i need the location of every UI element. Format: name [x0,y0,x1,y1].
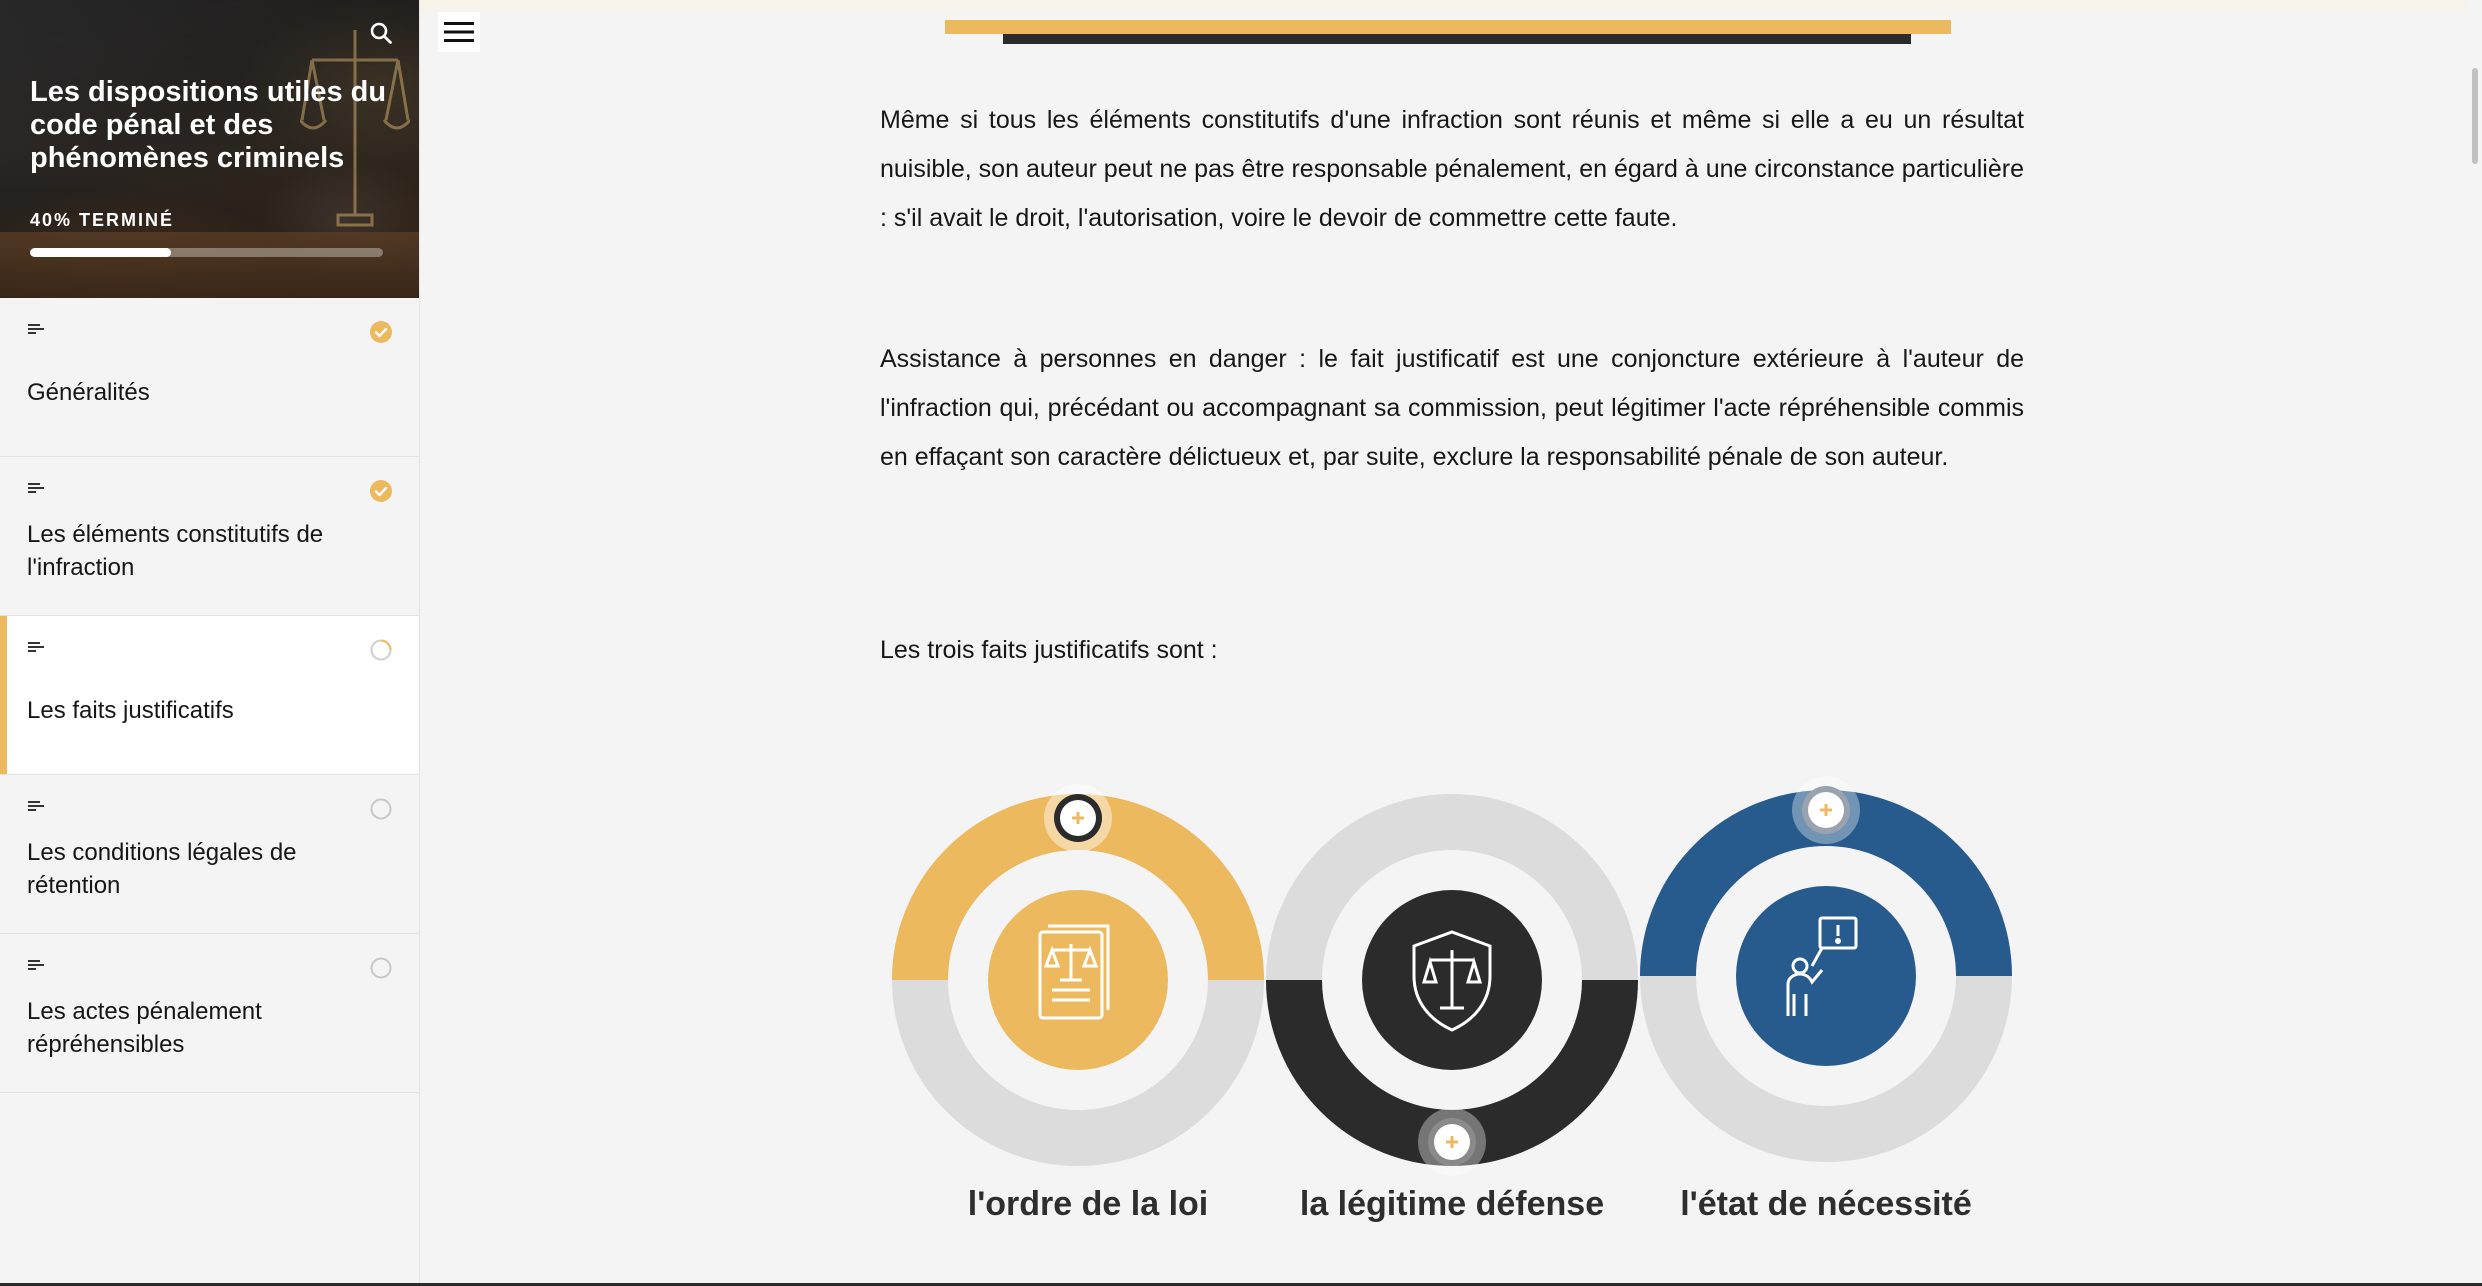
decorative-bar-accent [945,20,1951,34]
lesson-title: Les actes pénalement répréhensibles [27,998,262,1058]
lesson-title: Les conditions légales de rétention [27,839,297,899]
expand-legitime-button[interactable] [1416,1106,1488,1178]
progress-label: 40% TERMINÉ [30,210,175,230]
content-paragraph: Même si tous les éléments constitutifs d… [880,106,2024,232]
top-strip [420,0,2482,20]
expand-ordre-button[interactable] [1042,782,1114,854]
text-lines-icon [28,960,44,970]
expand-necessite-button[interactable] [1790,774,1862,846]
in-progress-circle-icon [369,638,393,662]
course-title: Les dispositions utiles du code pénal et… [30,76,387,174]
text-lines-icon [28,642,44,652]
lesson-title: Les éléments constitutifs de l'infractio… [27,521,324,581]
empty-circle-icon [369,956,393,980]
empty-circle-icon [369,797,393,821]
lesson-title: Les faits justificatifs [27,696,234,724]
progress-bar-fill [30,248,172,257]
check-circle-icon [369,479,393,503]
menu-toggle-button[interactable] [438,12,480,52]
text-lines-icon [28,483,44,493]
lesson-item-faits-justificatifs[interactable]: Les faits justificatifs [0,616,419,775]
text-lines-icon [28,324,44,334]
lesson-item-elements-constitutifs[interactable]: Les éléments constitutifs de l'infractio… [0,457,419,616]
lesson-item-generalites[interactable]: Généralités [0,298,419,457]
hero-desk [0,232,419,298]
ring-etat-de-necessite [1640,790,2012,1162]
hamburger-icon [444,22,474,42]
lesson-item-conditions-legales[interactable]: Les conditions légales de rétention [0,775,419,934]
text-lines-icon [28,801,44,811]
ring-label: l'état de nécessité [1680,1185,1972,1223]
search-button[interactable] [366,18,396,48]
check-circle-icon [369,320,393,344]
lesson-list: Généralités Les éléments constitutifs de… [0,298,419,1093]
course-sidebar: Les dispositions utiles du code pénal et… [0,0,420,1286]
lesson-title: Généralités [27,378,150,406]
lesson-item-actes-penalement[interactable]: Les actes pénalement répréhensibles [0,934,419,1093]
ring-label: l'ordre de la loi [967,1185,1209,1223]
decorative-bar-dark [1003,34,1911,44]
ring-label: la légitime défense [1299,1185,1605,1223]
search-icon [370,22,392,44]
scrollbar-thumb[interactable] [2472,68,2478,164]
progress-bar [30,248,383,257]
content-paragraph: Assistance à personnes en danger : le fa… [880,345,2024,471]
justifications-infographic: l'ordre de la loi la légitime défense l'… [880,776,2030,1240]
course-hero: Les dispositions utiles du code pénal et… [0,0,419,298]
content-paragraph: Les trois faits justificatifs sont : [880,636,1218,664]
page-scrollbar[interactable] [2466,0,2482,1286]
